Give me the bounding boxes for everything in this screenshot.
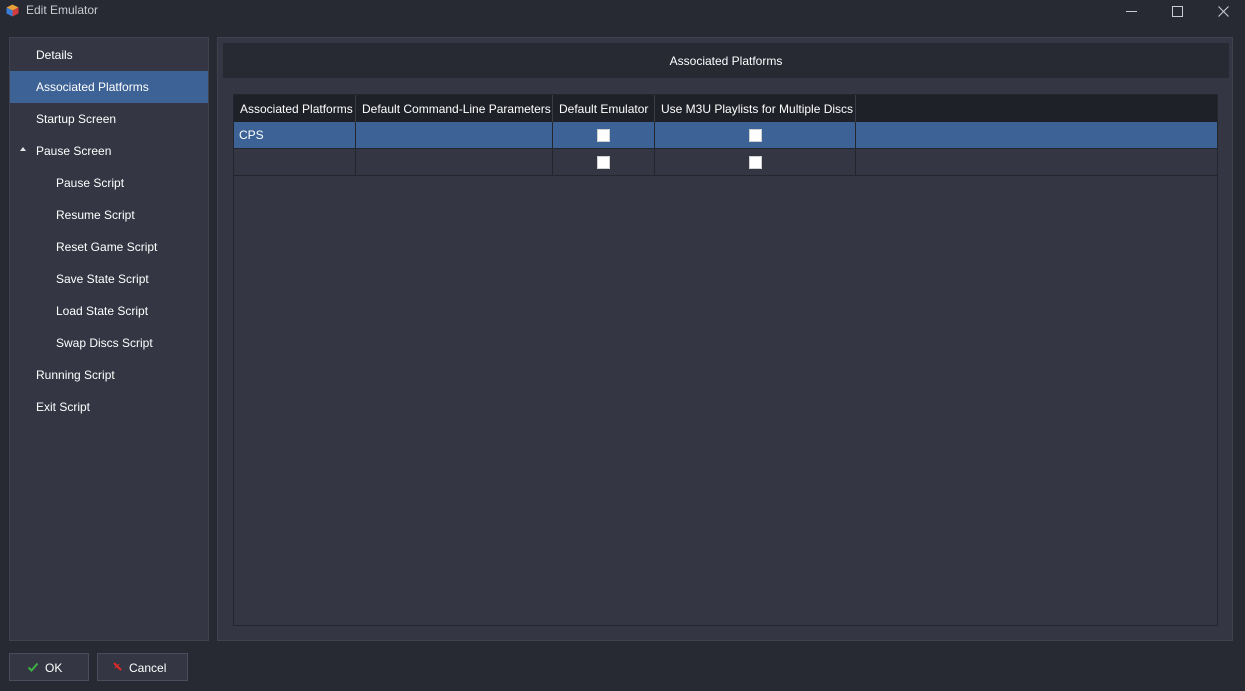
- launchbox-cube-icon: [6, 4, 19, 17]
- sidebar-nav: Details Associated Platforms Startup Scr…: [9, 37, 209, 641]
- section-title: Associated Platforms: [669, 53, 783, 68]
- sidebar-item-pause-script[interactable]: Pause Script: [10, 167, 208, 199]
- use-m3u-checkbox[interactable]: [748, 155, 762, 169]
- column-header-command-line-params[interactable]: Default Command-Line Parameters: [356, 95, 553, 122]
- cell-command-line-params[interactable]: [356, 122, 553, 148]
- sidebar-item-associated-platforms[interactable]: Associated Platforms: [10, 71, 208, 103]
- sidebar-item-label: Reset Game Script: [56, 240, 158, 254]
- checkmark-icon: [27, 662, 39, 672]
- column-header-associated-platforms[interactable]: Associated Platforms: [234, 95, 356, 122]
- window-title: Edit Emulator: [26, 3, 99, 17]
- title-bar: Edit Emulator: [0, 0, 1245, 22]
- sidebar-item-label: Resume Script: [56, 208, 135, 222]
- maximize-button[interactable]: [1154, 0, 1200, 22]
- sidebar-item-label: Startup Screen: [36, 112, 117, 126]
- ok-button-label: OK: [45, 661, 63, 675]
- minimize-icon: [1125, 10, 1137, 12]
- cancel-button-label: Cancel: [129, 661, 167, 675]
- sidebar-item-label: Details: [36, 48, 73, 62]
- main-panel: Associated Platforms Associated Platform…: [217, 37, 1233, 641]
- platforms-grid: Associated Platforms Default Command-Lin…: [233, 94, 1218, 626]
- cell-platform[interactable]: [234, 149, 356, 175]
- maximize-icon: [1171, 5, 1183, 17]
- ok-button[interactable]: OK: [9, 653, 89, 681]
- sidebar-item-label: Pause Script: [56, 176, 125, 190]
- sidebar-item-resume-script[interactable]: Resume Script: [10, 199, 208, 231]
- close-icon: [1217, 5, 1229, 17]
- cell-default-emulator: [553, 149, 655, 175]
- sidebar-item-label: Running Script: [36, 368, 115, 382]
- sidebar-item-running-script[interactable]: Running Script: [10, 359, 208, 391]
- sidebar-item-save-state-script[interactable]: Save State Script: [10, 263, 208, 295]
- x-icon: [113, 662, 122, 671]
- sidebar-item-label: Pause Screen: [36, 144, 112, 158]
- use-m3u-checkbox[interactable]: [748, 128, 762, 142]
- close-button[interactable]: [1200, 0, 1245, 22]
- sidebar-item-label: Associated Platforms: [36, 80, 149, 94]
- default-emulator-checkbox[interactable]: [597, 155, 610, 169]
- sidebar-item-label: Load State Script: [56, 304, 149, 318]
- cell-use-m3u: [655, 122, 856, 148]
- expand-triangle-icon[interactable]: [20, 147, 26, 151]
- sidebar-item-exit-script[interactable]: Exit Script: [10, 391, 208, 423]
- cell-use-m3u: [655, 149, 856, 175]
- column-header-default-emulator[interactable]: Default Emulator: [553, 95, 655, 122]
- sidebar-item-swap-discs-script[interactable]: Swap Discs Script: [10, 327, 208, 359]
- table-row[interactable]: [234, 149, 1217, 176]
- table-row[interactable]: CPS: [234, 122, 1217, 149]
- sidebar-item-label: Save State Script: [56, 272, 149, 286]
- cell-platform[interactable]: CPS: [234, 122, 356, 148]
- sidebar-item-reset-game-script[interactable]: Reset Game Script: [10, 231, 208, 263]
- sidebar-item-pause-screen[interactable]: Pause Screen: [10, 135, 208, 167]
- cell-command-line-params[interactable]: [356, 149, 553, 175]
- sidebar-item-details[interactable]: Details: [10, 39, 208, 71]
- section-header: Associated Platforms: [223, 43, 1229, 78]
- minimize-button[interactable]: [1108, 0, 1154, 22]
- sidebar-item-label: Exit Script: [36, 400, 91, 414]
- cancel-button[interactable]: Cancel: [97, 653, 188, 681]
- column-header-use-m3u[interactable]: Use M3U Playlists for Multiple Discs: [655, 95, 856, 122]
- sidebar-item-load-state-script[interactable]: Load State Script: [10, 295, 208, 327]
- sidebar-item-startup-screen[interactable]: Startup Screen: [10, 103, 208, 135]
- cell-default-emulator: [553, 122, 655, 148]
- grid-header-row: Associated Platforms Default Command-Lin…: [234, 95, 1217, 122]
- default-emulator-checkbox[interactable]: [597, 128, 610, 142]
- sidebar-item-label: Swap Discs Script: [56, 336, 153, 350]
